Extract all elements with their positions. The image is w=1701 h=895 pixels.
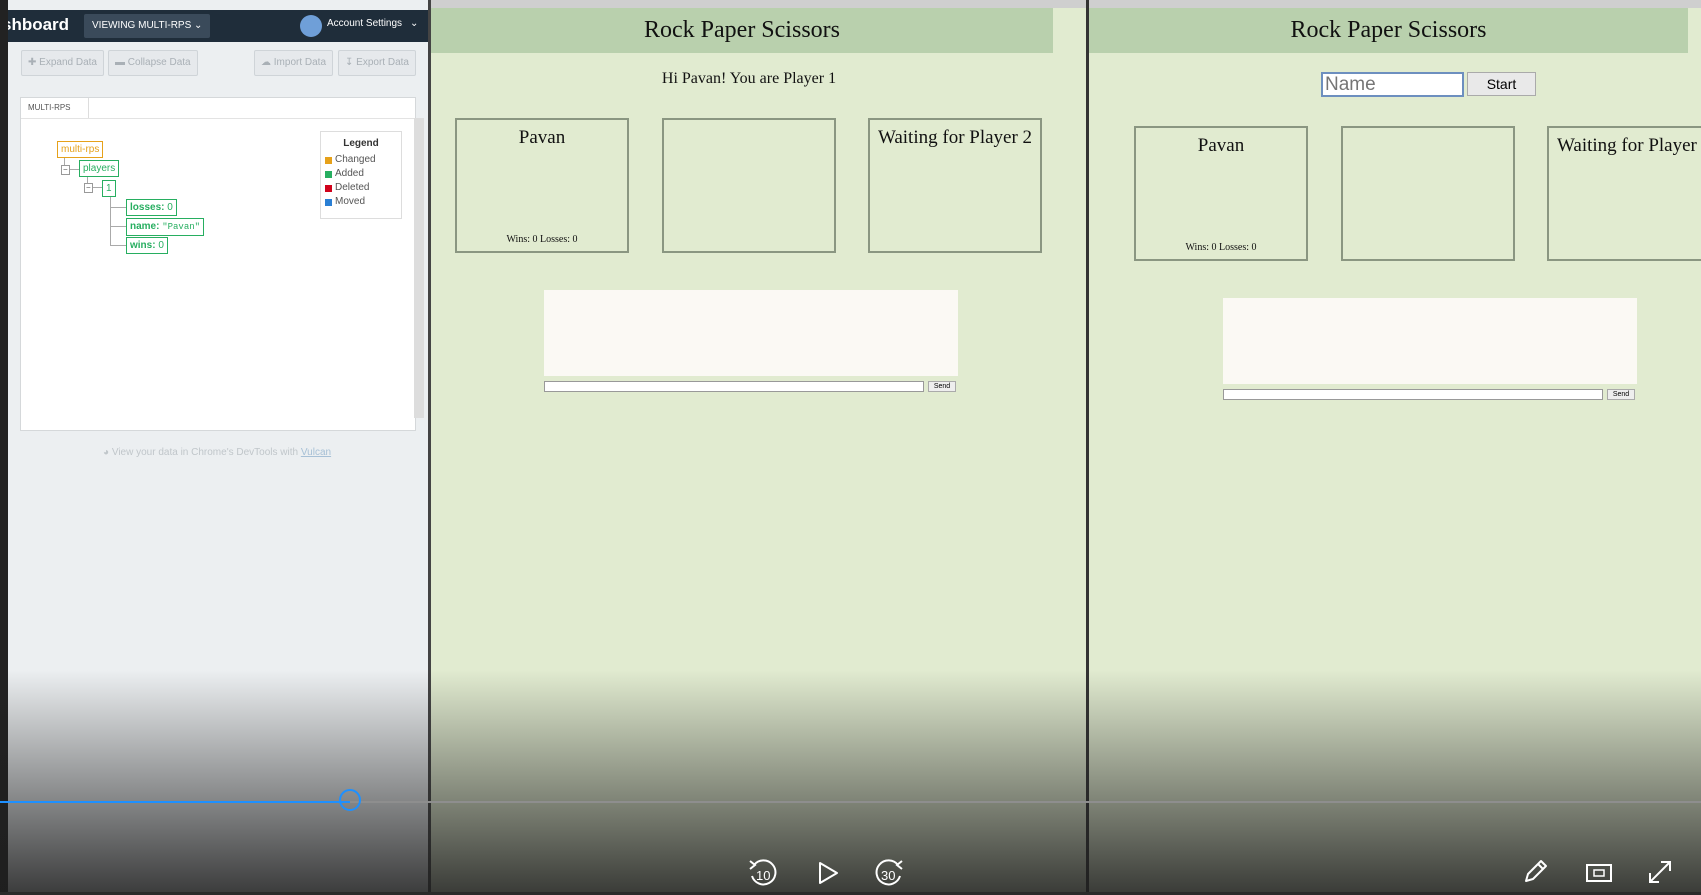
viewing-label: VIEWING MULTI-RPS — [92, 20, 192, 31]
wins-key: wins: — [130, 240, 156, 251]
viewing-app-dropdown[interactable]: VIEWING MULTI-RPS ⌄ — [84, 14, 211, 38]
export-data-button[interactable]: ↧ Export Data — [338, 50, 416, 76]
breadcrumb[interactable]: MULTI-RPS — [21, 98, 89, 118]
collapse-toggle-icon[interactable]: − — [61, 165, 70, 175]
player-1-box: Pavan Wins: 0 Losses: 0 — [455, 118, 629, 253]
losses-value: 0 — [167, 202, 173, 213]
legend-item: Changed — [325, 154, 376, 165]
chat-log — [1223, 298, 1637, 384]
wins-value: 0 — [158, 240, 164, 251]
player-1-stats: Wins: 0 Losses: 0 — [506, 234, 578, 245]
name-key: name: — [130, 221, 160, 232]
chevron-down-icon[interactable]: ⌄ — [410, 18, 418, 29]
player-2-box: Waiting for Player — [1547, 126, 1701, 261]
chat-log — [544, 290, 958, 376]
import-data-button[interactable]: ☁ Import Data — [254, 50, 334, 76]
upload-icon: ☁ — [261, 57, 271, 68]
tree-line — [110, 226, 126, 227]
player-1-name: Pavan — [518, 127, 566, 148]
rewind-seconds: 10 — [756, 868, 771, 883]
player-2-name: Waiting for Player 2 — [877, 127, 1033, 148]
legend-label: Moved — [335, 196, 366, 207]
legend-label: Added — [335, 168, 364, 179]
tree-node-player-1[interactable]: 1 — [102, 180, 116, 197]
minus-icon: ▬ — [115, 57, 125, 68]
send-button[interactable]: Send — [928, 381, 956, 392]
player-1-stats: Wins: 0 Losses: 0 — [1185, 242, 1257, 253]
tree-node-losses[interactable]: losses: 0 — [126, 199, 177, 216]
player-1-box: Pavan Wins: 0 Losses: 0 — [1134, 126, 1308, 261]
chat-input[interactable] — [1223, 389, 1603, 400]
vulcan-link[interactable]: Vulcan — [301, 447, 331, 458]
result-box — [662, 118, 836, 253]
legend-item: Deleted — [325, 182, 370, 193]
picture-in-picture-icon[interactable] — [1585, 862, 1613, 884]
send-button[interactable]: Send — [1607, 389, 1635, 400]
name-input[interactable] — [1321, 72, 1464, 97]
pencil-icon[interactable] — [1521, 858, 1549, 886]
chevron-down-icon: ⌄ — [194, 20, 203, 31]
rewind-10-icon[interactable]: 10 — [746, 856, 780, 890]
play-icon[interactable] — [815, 860, 841, 886]
losses-key: losses: — [130, 202, 165, 213]
import-data-label: Import Data — [273, 57, 327, 68]
download-icon: ↧ — [345, 57, 354, 68]
tree-line — [110, 207, 126, 208]
legend-swatch-deleted — [325, 185, 332, 192]
expand-data-button[interactable]: ✚ Expand Data — [21, 50, 104, 76]
browser-toolbar-strip — [1089, 0, 1701, 8]
player-1-name: Pavan — [1197, 135, 1245, 156]
collapse-toggle-icon[interactable]: − — [84, 183, 93, 193]
legend-swatch-added — [325, 171, 332, 178]
tree-line — [110, 195, 111, 246]
dashboard-title: shboard — [2, 15, 70, 34]
greeting: Hi Pavan! You are Player 1 — [661, 70, 837, 87]
tree-line — [110, 245, 126, 246]
video-controls-shade — [0, 670, 1701, 892]
result-box — [1341, 126, 1515, 261]
legend-item: Moved — [325, 196, 366, 207]
chat-input[interactable] — [544, 381, 924, 392]
firebase-top-bar: shboard VIEWING MULTI-RPS ⌄ Account Sett… — [0, 10, 428, 42]
forward-seconds: 30 — [881, 868, 896, 883]
game-title: Rock Paper Scissors — [431, 8, 1053, 53]
game-title: Rock Paper Scissors — [1089, 8, 1688, 53]
tree-node-root[interactable]: multi-rps — [57, 141, 104, 158]
start-button[interactable]: Start — [1467, 72, 1536, 96]
tree-node-name[interactable]: name: "Pavan" — [126, 218, 205, 236]
breadcrumb-divider — [21, 118, 414, 119]
legend-swatch-changed — [325, 157, 332, 164]
expand-data-label: Expand Data — [39, 57, 97, 68]
vulcan-text: View your data in Chrome's DevTools with — [111, 447, 299, 458]
legend-item: Added — [325, 168, 364, 179]
vulcan-promo: ◕ View your data in Chrome's DevTools wi… — [103, 447, 331, 458]
tree-node-players[interactable]: players — [79, 160, 120, 177]
legend-title: Legend — [343, 138, 379, 149]
export-data-label: Export Data — [356, 57, 409, 68]
name-value: "Pavan" — [162, 222, 201, 232]
legend-label: Deleted — [335, 182, 370, 193]
video-played-bar — [0, 801, 351, 803]
legend: Legend Changed Added Deleted Moved — [320, 131, 402, 219]
panel-scrollbar[interactable] — [414, 118, 424, 418]
fullscreen-icon[interactable] — [1646, 858, 1674, 886]
plus-icon: ✚ — [28, 57, 37, 68]
collapse-data-label: Collapse Data — [127, 57, 191, 68]
legend-label: Changed — [335, 154, 376, 165]
collapse-data-button[interactable]: ▬ Collapse Data — [108, 50, 198, 76]
forward-30-icon[interactable]: 30 — [872, 856, 906, 890]
legend-swatch-moved — [325, 199, 332, 206]
player-2-box: Waiting for Player 2 — [868, 118, 1042, 253]
account-settings-link[interactable]: Account Settings — [327, 18, 402, 29]
tree-node-wins[interactable]: wins: 0 — [126, 237, 168, 254]
vulcan-icon: ◕ — [103, 447, 110, 458]
player-2-name: Waiting for Player — [1557, 135, 1697, 156]
browser-toolbar-strip — [431, 0, 1086, 8]
user-avatar-icon[interactable] — [300, 15, 322, 37]
